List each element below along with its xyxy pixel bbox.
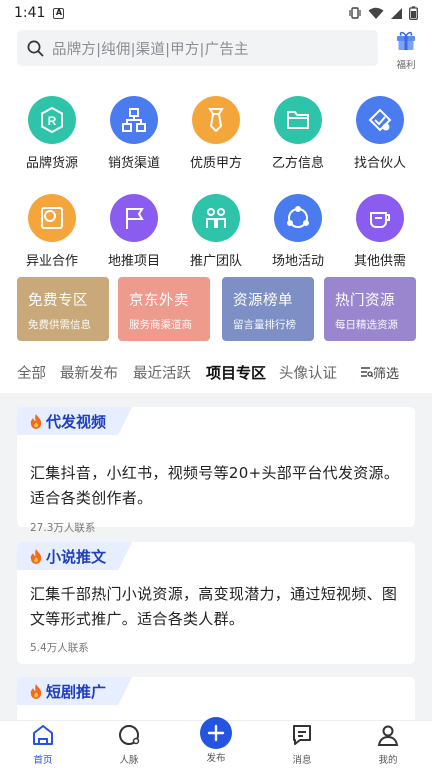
grid-item-venue-events[interactable]: 场地活动 [258, 194, 338, 269]
card-tag: 代发视频 [17, 407, 133, 435]
grid-label: 品牌货源 [25, 156, 78, 171]
share-nodes-icon [274, 194, 322, 242]
project-card[interactable]: 短剧推广 [17, 677, 415, 720]
grid-label: 地推项目 [107, 254, 160, 269]
bottom-nav: 首页 人脉 发布 消息 我的 [0, 717, 432, 768]
status-time: 1:41 [14, 5, 46, 21]
banner-subtitle: 服务商渠道商 [129, 319, 192, 331]
nav-home[interactable]: 首页 [13, 723, 73, 766]
grid-item-find-partner[interactable]: 找合伙人 [340, 96, 420, 171]
banner-subtitle: 每日精选资源 [335, 319, 398, 331]
banner-subtitle: 免费供需信息 [28, 319, 91, 331]
tab-latest[interactable]: 最新发布 [60, 362, 118, 383]
grid-label: 推广团队 [189, 254, 242, 269]
filter-button[interactable]: 筛选 [354, 360, 432, 384]
grid-item-brand-supply[interactable]: R 品牌货源 [12, 96, 92, 171]
tab-project-zone[interactable]: 项目专区 [206, 362, 266, 383]
fire-icon [30, 684, 42, 699]
banner-resource-ranking[interactable]: 资源榜单 留言量排行榜 [222, 277, 314, 341]
plus-icon [200, 717, 232, 749]
grid-label: 乙方信息 [271, 156, 324, 171]
message-icon [293, 725, 311, 745]
tab-all[interactable]: 全部 [17, 362, 46, 383]
nav-label: 我的 [378, 755, 398, 766]
banner-title: 资源榜单 [233, 293, 293, 309]
cooperation-icon [28, 194, 76, 242]
nav-publish[interactable]: 发布 [186, 717, 246, 764]
wifi-icon [368, 7, 384, 19]
nav-profile[interactable]: 我的 [358, 723, 418, 766]
grid-label: 异业合作 [25, 254, 78, 269]
banner-title: 免费专区 [28, 293, 88, 309]
contacts-icon [119, 725, 140, 745]
banner-title: 京东外卖 [129, 293, 189, 309]
card-title: 小说推文 [46, 547, 107, 566]
grid-label: 销货渠道 [107, 156, 160, 171]
grid-label: 优质甲方 [189, 156, 242, 171]
profile-icon [377, 725, 399, 746]
card-contact-count: 5.4万人联系 [30, 642, 89, 654]
grid-item-ground-promotion[interactable]: 地推项目 [94, 194, 174, 269]
gift-icon [397, 31, 415, 50]
card-tag: 短剧推广 [17, 677, 133, 705]
banner-subtitle: 留言量排行榜 [233, 319, 296, 331]
search-placeholder: 品牌方|纯佣|渠道|甲方|广告主 [52, 41, 249, 58]
card-contact-count: 27.3万人联系 [30, 522, 96, 534]
card-title: 代发视频 [46, 412, 107, 431]
handshake-icon [356, 96, 404, 144]
fire-icon [30, 549, 42, 564]
project-feed: 代发视频 汇集抖音，小红书，视频号等20+头部平台代发资源。适合各类创作者。 2… [0, 393, 432, 720]
tab-recent-active[interactable]: 最近活跃 [133, 362, 191, 383]
card-description: 汇集抖音，小红书，视频号等20+头部平台代发资源。适合各类创作者。 [30, 464, 400, 507]
project-card[interactable]: 代发视频 汇集抖音，小红书，视频号等20+头部平台代发资源。适合各类创作者。 2… [17, 407, 415, 534]
cup-icon [356, 194, 404, 242]
brand-r-icon: R [28, 96, 76, 144]
network-icon [110, 96, 158, 144]
grid-label: 场地活动 [271, 254, 324, 269]
folder-icon [274, 96, 322, 144]
grid-label: 其他供需 [353, 254, 406, 269]
welfare-button[interactable]: 福利 [386, 28, 426, 71]
nav-contacts[interactable]: 人脉 [99, 723, 159, 766]
grid-item-sales-channel[interactable]: 销货渠道 [94, 96, 174, 171]
grid-item-promotion-team[interactable]: 推广团队 [176, 194, 256, 269]
grid-item-contractor-info[interactable]: 乙方信息 [258, 96, 338, 171]
card-tag: 小说推文 [17, 542, 133, 570]
nav-label: 发布 [206, 753, 226, 764]
nav-label: 消息 [292, 755, 312, 766]
grid-item-other-demand[interactable]: 其他供需 [340, 194, 420, 269]
notification-a-icon: A [53, 7, 65, 19]
banner-free-zone[interactable]: 免费专区 免费供需信息 [17, 277, 109, 341]
grid-label: 找合伙人 [353, 156, 406, 171]
filter-label: 筛选 [373, 366, 400, 382]
welfare-label: 福利 [396, 60, 416, 71]
nav-label: 首页 [33, 755, 53, 766]
category-tabs: 全部 最新发布 最近活跃 项目专区 头像认证 高 筛选 [0, 360, 432, 384]
banner-hot-resources[interactable]: 热门资源 每日精选资源 [324, 277, 416, 341]
tab-avatar-verified[interactable]: 头像认证 [279, 362, 337, 383]
home-icon [33, 725, 53, 745]
vibrate-icon [349, 7, 361, 19]
signal-icon [391, 7, 402, 19]
nav-messages[interactable]: 消息 [272, 723, 332, 766]
status-icons [348, 6, 418, 20]
team-icon [192, 194, 240, 242]
banner-title: 热门资源 [335, 293, 395, 309]
nav-label: 人脉 [119, 755, 139, 766]
card-description: 汇集千部热门小说资源，高变现潜力，通过短视频、图文等形式推广。适合各类人群。 [30, 585, 398, 628]
grid-item-quality-client[interactable]: 优质甲方 [176, 96, 256, 171]
card-title: 短剧推广 [46, 682, 107, 701]
battery-icon [409, 6, 418, 20]
filter-icon [361, 367, 373, 378]
fire-icon [30, 414, 42, 429]
grid-item-cross-cooperation[interactable]: 异业合作 [12, 194, 92, 269]
project-card[interactable]: 小说推文 汇集千部热门小说资源，高变现潜力，通过短视频、图文等形式推广。适合各类… [17, 542, 415, 664]
tie-icon [192, 96, 240, 144]
search-icon [27, 40, 44, 56]
svg-text:R: R [48, 114, 57, 128]
search-input[interactable]: 品牌方|纯佣|渠道|甲方|广告主 [17, 30, 378, 66]
banner-jd-takeout[interactable]: 京东外卖 服务商渠道商 [118, 277, 210, 341]
flag-icon [110, 194, 158, 242]
status-bar: 1:41 A [0, 0, 432, 26]
